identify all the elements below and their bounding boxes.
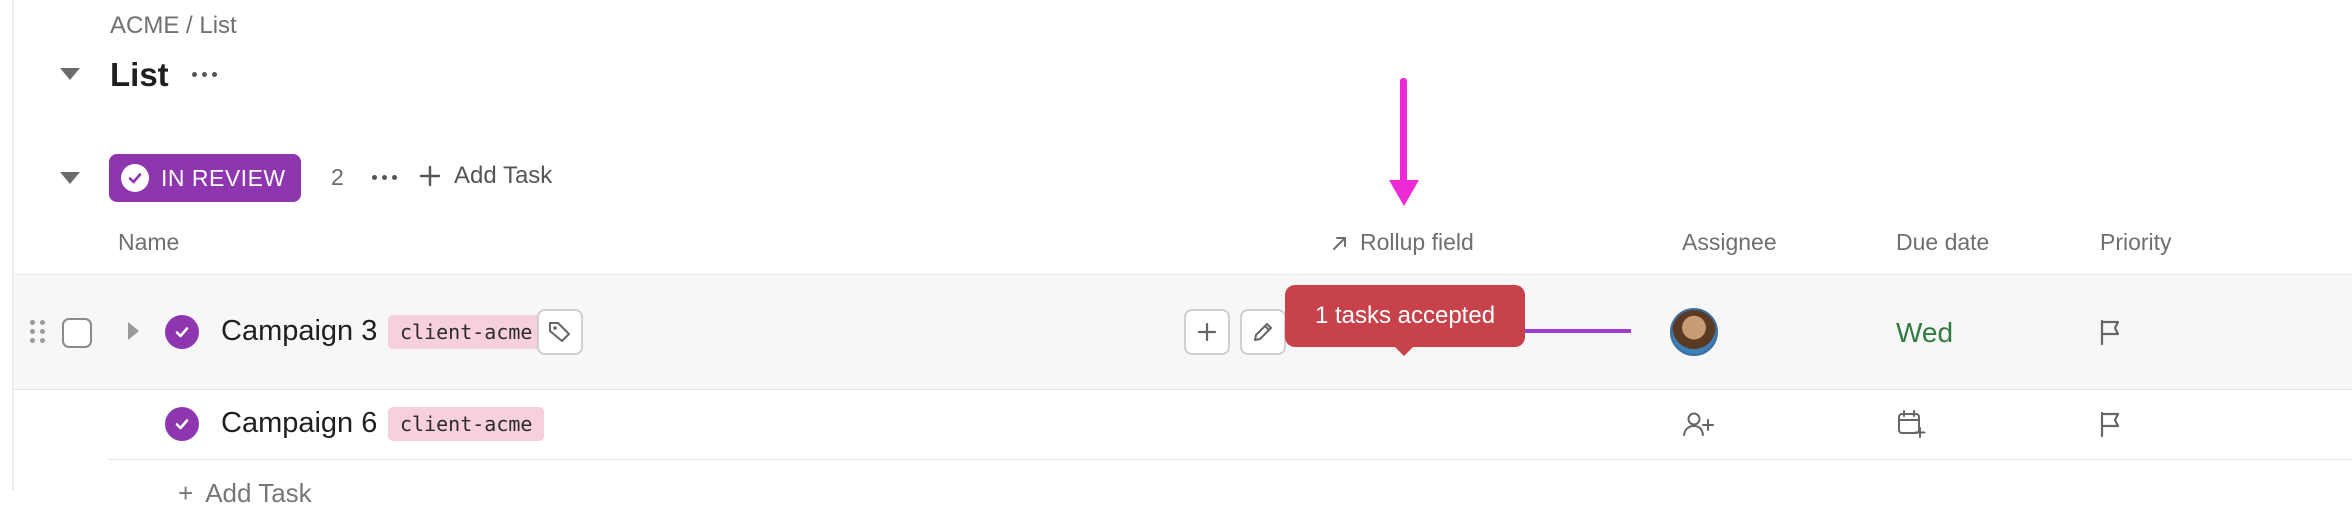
task-name[interactable]: Campaign 6 [221, 407, 377, 440]
add-task-row-button[interactable]: + Add Task [178, 478, 312, 509]
add-task-label: Add Task [454, 162, 553, 189]
plus-icon: + [178, 478, 194, 508]
column-header-priority[interactable]: Priority [2100, 229, 2172, 256]
list-more-options-icon[interactable] [192, 72, 217, 77]
arrow-up-right-icon [1333, 236, 1346, 250]
avatar[interactable] [1670, 308, 1718, 356]
task-tag[interactable]: client-acme [388, 315, 545, 349]
add-due-date-icon[interactable] [1896, 409, 1926, 444]
add-subtask-button[interactable] [1184, 309, 1230, 355]
tooltip-tail [1394, 346, 1414, 356]
task-name[interactable]: Campaign 3 [221, 315, 377, 348]
row-divider [14, 389, 2352, 390]
breadcrumb[interactable]: ACME / List [110, 12, 237, 40]
status-label: IN REVIEW [161, 164, 286, 191]
collapse-list-caret-icon[interactable] [60, 68, 80, 80]
due-date-value[interactable]: Wed [1896, 317, 1953, 349]
row-divider [108, 459, 2352, 460]
priority-flag-icon[interactable] [2098, 318, 2124, 351]
column-header-due-date[interactable]: Due date [1896, 229, 1989, 256]
group-more-options-icon[interactable] [372, 175, 397, 180]
task-status-icon[interactable] [165, 315, 199, 349]
connector-line [1525, 329, 1631, 333]
page-title: List [110, 56, 169, 93]
rollup-header-label: Rollup field [1360, 229, 1474, 255]
annotation-arrow [1400, 78, 1407, 186]
check-circle-icon [121, 164, 149, 192]
task-tag[interactable]: client-acme [388, 407, 545, 441]
group-task-count: 2 [331, 164, 344, 190]
status-group-badge[interactable]: IN REVIEW [109, 154, 301, 202]
task-status-icon[interactable] [165, 407, 199, 441]
collapse-group-caret-icon[interactable] [60, 172, 80, 184]
expand-subtasks-icon[interactable] [128, 322, 139, 340]
plus-icon [419, 165, 441, 187]
annotation-arrow-head [1389, 180, 1419, 206]
add-assignee-icon[interactable] [1682, 410, 1714, 443]
row-select-checkbox[interactable] [62, 318, 92, 348]
plus-icon [1197, 322, 1217, 342]
column-header-rollup[interactable]: Rollup field [1330, 229, 1474, 256]
add-task-row-label: Add Task [205, 478, 312, 508]
column-header-name[interactable]: Name [118, 229, 179, 256]
pencil-icon [1254, 323, 1272, 341]
priority-flag-icon[interactable] [2098, 410, 2124, 443]
drag-handle-icon[interactable] [30, 320, 45, 343]
left-border [12, 0, 14, 490]
rename-task-button[interactable] [1240, 309, 1286, 355]
add-tag-button[interactable] [537, 309, 583, 355]
tooltip: 1 tasks accepted [1285, 285, 1525, 347]
add-task-button[interactable]: Add Task [418, 162, 552, 190]
column-header-assignee[interactable]: Assignee [1682, 229, 1777, 256]
tag-icon [549, 322, 570, 342]
